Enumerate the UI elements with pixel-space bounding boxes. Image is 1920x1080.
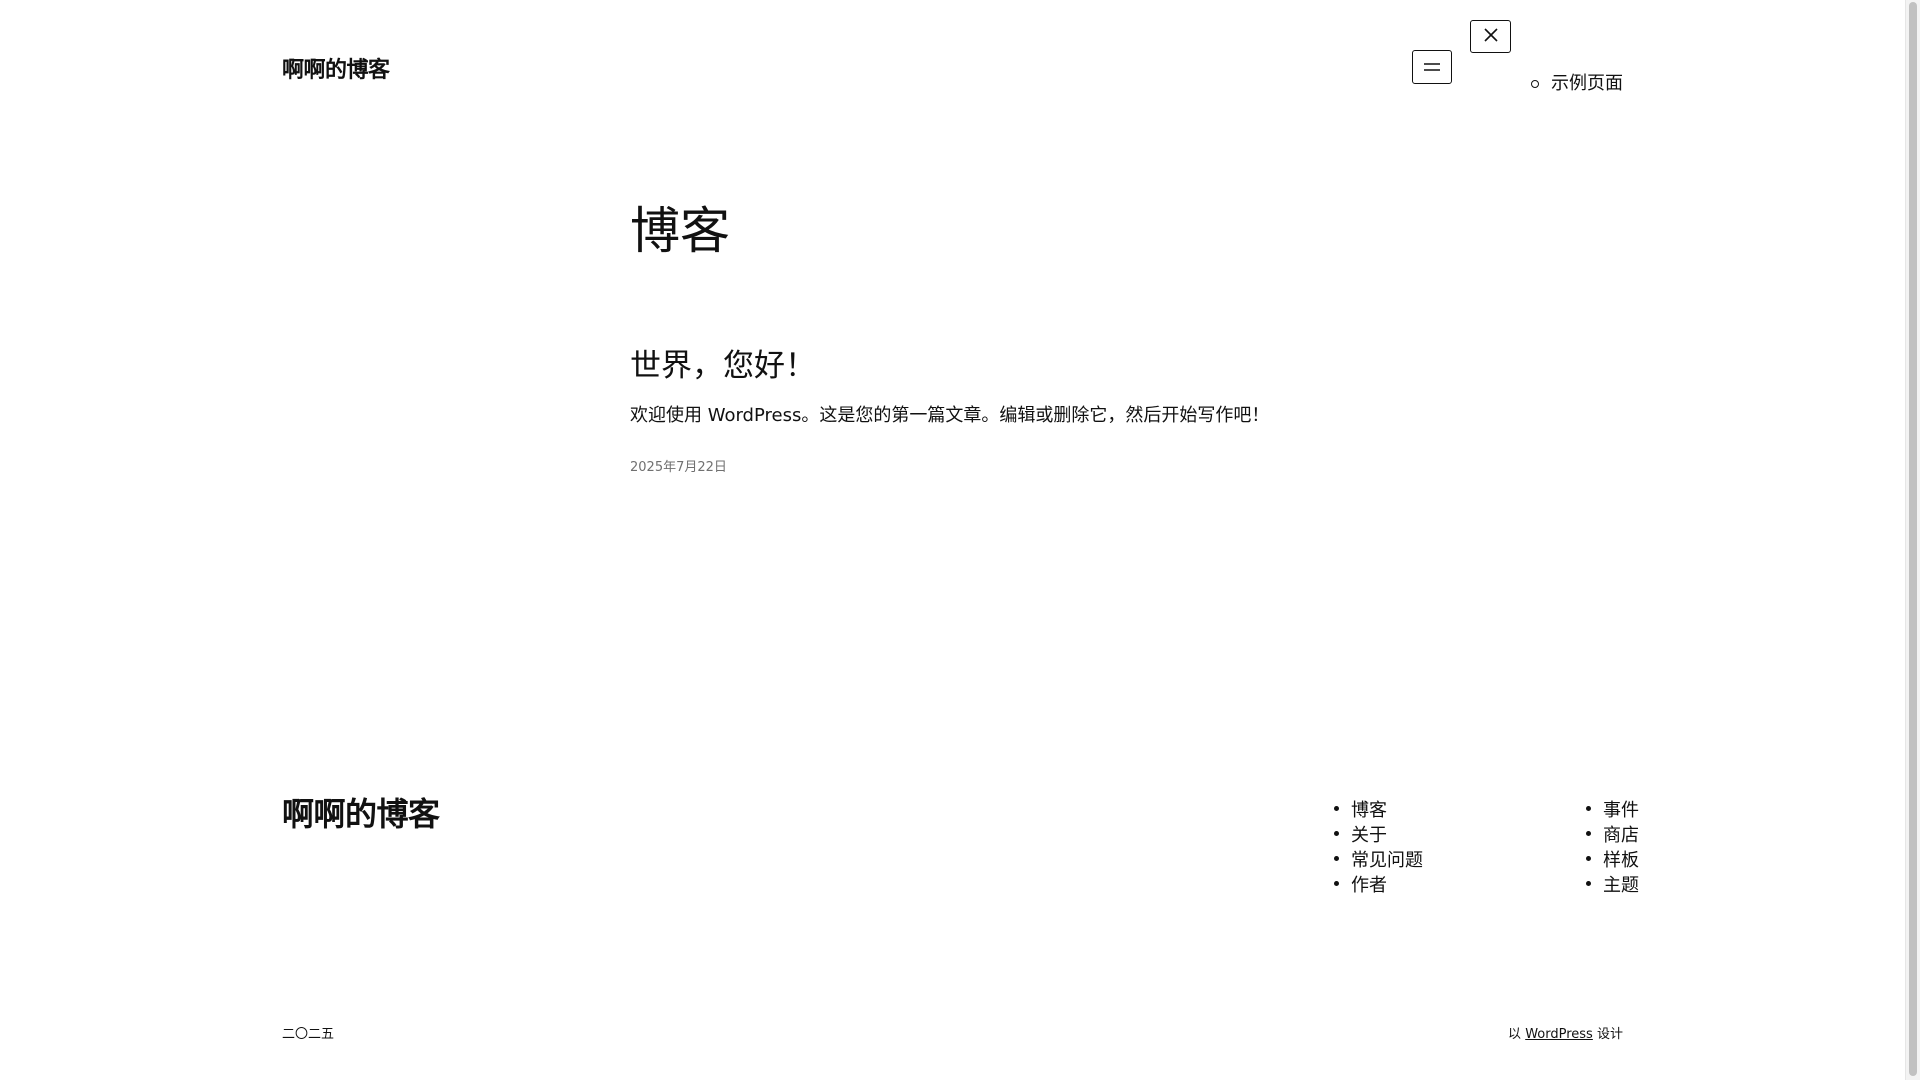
bullet-icon	[1586, 881, 1591, 886]
post-excerpt: 欢迎使用 WordPress。这是您的第一篇文章。编辑或删除它，然后开始写作吧！	[630, 405, 1270, 426]
footer-link-shop[interactable]: 商店	[1603, 821, 1639, 847]
footer-navigation-left: 博客 关于 常见问题 作者	[1334, 796, 1423, 896]
bullet-icon	[1334, 856, 1339, 861]
menu-button[interactable]	[1412, 50, 1452, 84]
footer-nav-item: 主题	[1586, 871, 1639, 896]
nav-item-sample-page: 示例页面	[1531, 72, 1623, 96]
bullet-icon	[1334, 806, 1339, 811]
footer-link-blog[interactable]: 博客	[1351, 796, 1387, 822]
scrollbar-thumb[interactable]	[1909, 2, 1917, 1076]
menu-icon	[1424, 60, 1440, 75]
wordpress-link[interactable]: WordPress	[1525, 1027, 1593, 1042]
bullet-icon	[1334, 831, 1339, 836]
bullet-icon	[1586, 856, 1591, 861]
footer-nav-item: 博客	[1334, 796, 1423, 821]
header-navigation: 示例页面	[1531, 72, 1623, 96]
post-date[interactable]: 2025年7月22日	[630, 460, 727, 476]
footer-nav-item: 商店	[1586, 821, 1639, 846]
credit-suffix: 设计	[1596, 1027, 1623, 1042]
copyright-text: 二〇二五	[282, 1027, 335, 1042]
page: 啊啊的博客 示例页面 博客 世界，您好！ 欢迎使用 WordPress。这是您的…	[0, 0, 1905, 1080]
footer-nav-item: 事件	[1586, 796, 1639, 821]
site-title[interactable]: 啊啊的博客	[282, 52, 390, 84]
close-icon	[1483, 27, 1499, 46]
circle-bullet-icon	[1531, 80, 1539, 88]
footer-nav-item: 关于	[1334, 821, 1423, 846]
page-title: 博客	[630, 202, 730, 260]
footer-link-patterns[interactable]: 样板	[1603, 846, 1639, 872]
bullet-icon	[1586, 806, 1591, 811]
footer-nav-item: 常见问题	[1334, 846, 1423, 871]
bullet-icon	[1586, 831, 1591, 836]
footer-link-themes[interactable]: 主题	[1603, 871, 1639, 897]
footer-site-title[interactable]: 啊啊的博客	[282, 794, 440, 834]
bullet-icon	[1334, 881, 1339, 886]
footer-navigation-right: 事件 商店 样板 主题	[1586, 796, 1639, 896]
post-title-link[interactable]: 世界，您好！	[630, 348, 816, 384]
nav-link-sample-page[interactable]: 示例页面	[1551, 72, 1623, 96]
close-menu-button[interactable]	[1470, 20, 1511, 53]
vertical-scrollbar[interactable]	[1905, 0, 1920, 1080]
footer-link-events[interactable]: 事件	[1603, 796, 1639, 822]
footer-link-about[interactable]: 关于	[1351, 821, 1387, 847]
footer-nav-item: 作者	[1334, 871, 1423, 896]
credit-prefix: 以	[1508, 1027, 1522, 1042]
theme-credit: 以 WordPress 设计	[1508, 1026, 1623, 1043]
footer-nav-item: 样板	[1586, 846, 1639, 871]
footer-link-authors[interactable]: 作者	[1351, 871, 1387, 897]
post-title: 世界，您好！	[630, 346, 816, 386]
footer-link-faq[interactable]: 常见问题	[1351, 846, 1423, 872]
